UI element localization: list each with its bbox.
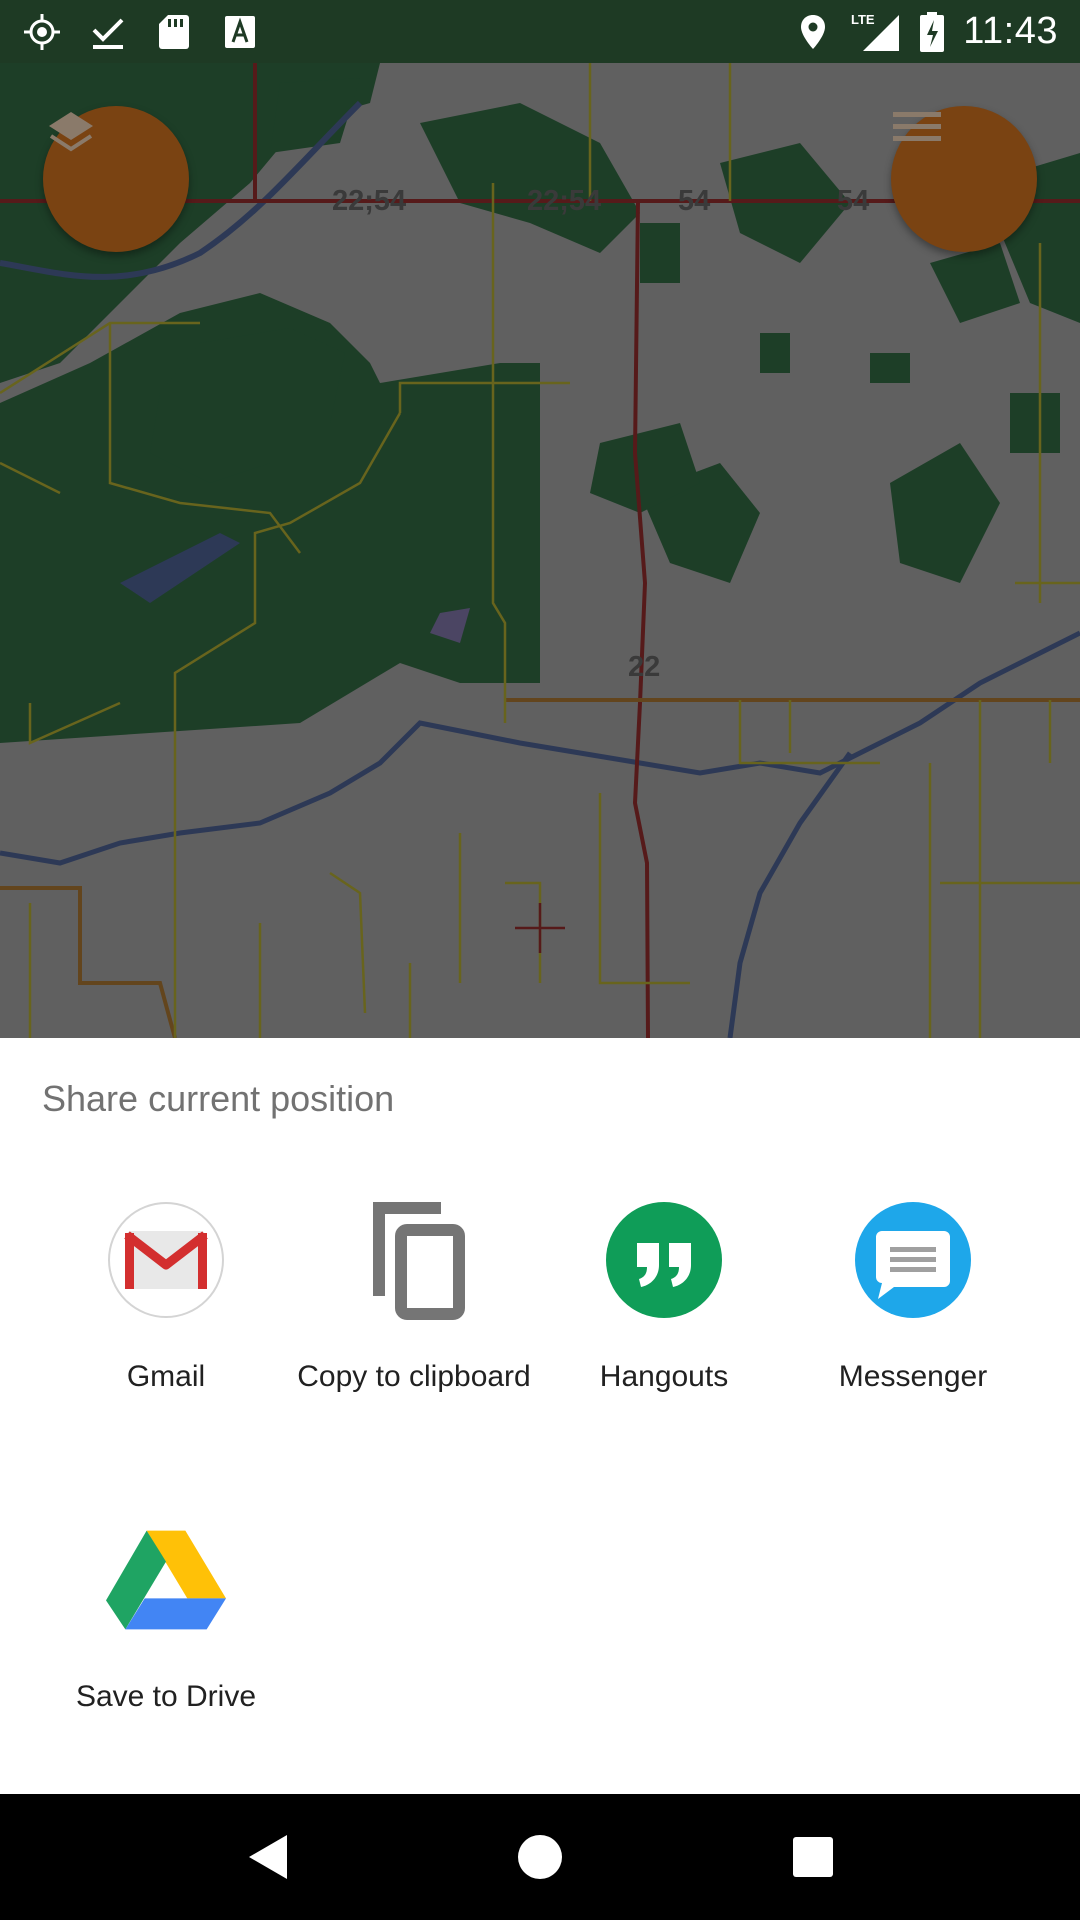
- menu-button[interactable]: [891, 106, 1037, 252]
- text-a-icon: [220, 12, 260, 52]
- battery-charging-icon: [917, 11, 947, 52]
- share-target-label: Copy to clipboard: [297, 1360, 531, 1393]
- share-target-label: Hangouts: [599, 1360, 729, 1393]
- road-label: 22;54: [527, 185, 602, 217]
- road-label: 22: [628, 651, 661, 683]
- messenger-icon: [853, 1200, 973, 1320]
- clock: 11:43: [963, 10, 1058, 52]
- layers-button[interactable]: [43, 106, 189, 252]
- share-target-gmail[interactable]: Gmail: [36, 1200, 296, 1394]
- share-target-label: Messenger: [838, 1360, 988, 1393]
- recents-icon[interactable]: [768, 1812, 858, 1902]
- share-target-messenger[interactable]: Messenger: [783, 1200, 1043, 1394]
- share-sheet-title: Share current position: [42, 1078, 395, 1119]
- gmail-icon: [106, 1200, 226, 1320]
- road-label: 54: [837, 185, 870, 217]
- copy-icon: [354, 1200, 474, 1320]
- sd-card-icon: [154, 12, 194, 52]
- road-label: 22;54: [332, 185, 407, 217]
- drive-icon: [106, 1520, 226, 1640]
- svg-text:LTE: LTE: [851, 12, 875, 27]
- status-bar: LTE 11:43: [0, 0, 1080, 63]
- back-icon[interactable]: [222, 1812, 312, 1902]
- home-icon[interactable]: [495, 1812, 585, 1902]
- share-target-label: Save to Drive: [75, 1680, 257, 1713]
- share-target-label: Gmail: [126, 1360, 206, 1393]
- download-done-icon: [88, 12, 128, 52]
- map-view[interactable]: 22;54 22;54 54 54 22: [0, 63, 1080, 1038]
- signal-icon: LTE: [849, 12, 901, 52]
- share-sheet: Share current position Gmail Copy to cli…: [0, 1038, 1080, 1794]
- share-target-drive[interactable]: Save to Drive: [36, 1520, 296, 1714]
- gps-icon: [22, 12, 62, 52]
- navigation-bar: [0, 1794, 1080, 1920]
- share-target-copy[interactable]: Copy to clipboard: [284, 1200, 544, 1394]
- road-label: 54: [678, 185, 711, 217]
- hangouts-icon: [604, 1200, 724, 1320]
- share-target-hangouts[interactable]: Hangouts: [534, 1200, 794, 1394]
- location-icon: [793, 12, 833, 52]
